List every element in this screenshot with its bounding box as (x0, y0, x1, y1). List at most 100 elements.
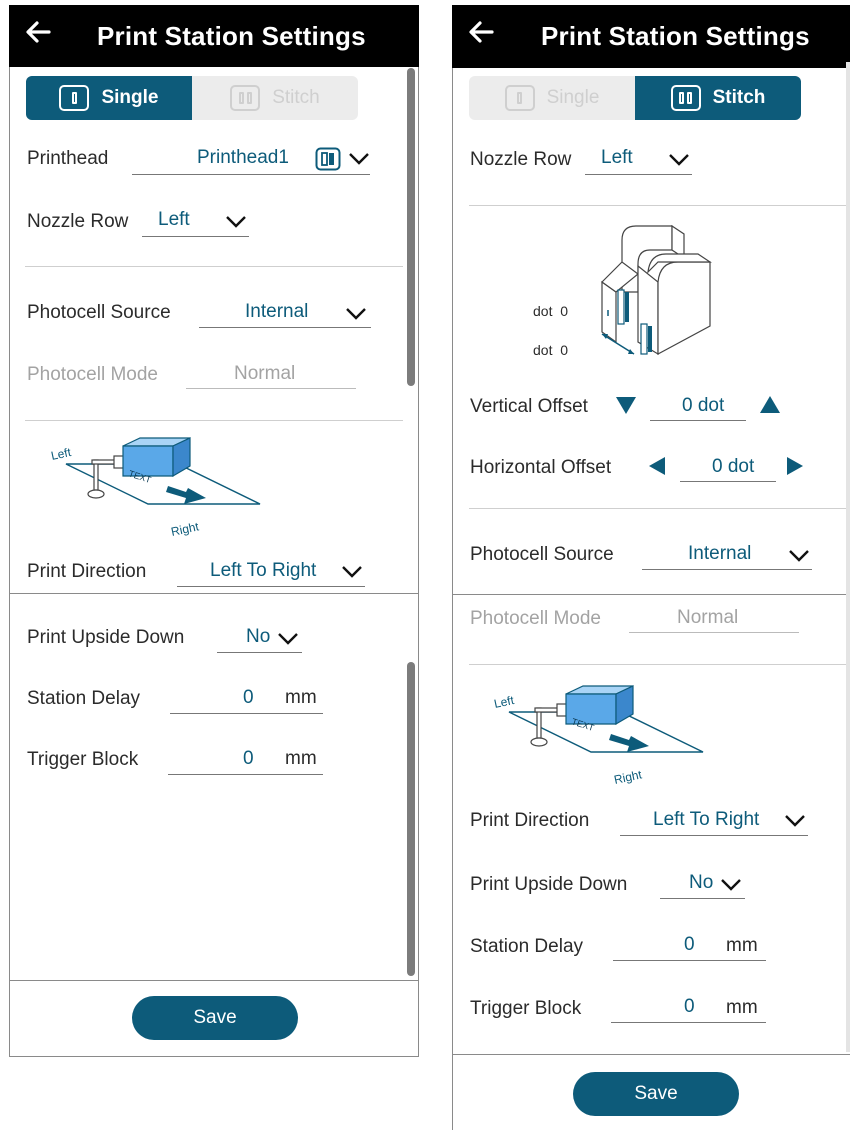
print-upside-down-label: Print Upside Down (470, 874, 628, 895)
section-divider (25, 266, 403, 267)
dot-label-bottom: dot 0 (533, 342, 569, 358)
lower-section-border (9, 593, 419, 594)
decrease-vertical-offset-icon[interactable] (614, 394, 638, 416)
back-arrow-icon[interactable] (23, 17, 53, 47)
photocell-source-select[interactable]: Internal (199, 298, 371, 328)
chevron-down-icon[interactable] (277, 632, 299, 646)
chevron-down-icon[interactable] (668, 153, 690, 167)
scrollbar-thumb[interactable] (407, 662, 415, 976)
station-delay-unit: mm (726, 935, 758, 956)
nozzle-row-value: Left (158, 209, 190, 230)
trigger-block-label: Trigger Block (470, 998, 582, 1019)
photocell-source-label: Photocell Source (470, 544, 614, 565)
diagram-left-label: Left (50, 445, 73, 463)
photocell-mode-field: Normal (186, 361, 356, 389)
stitch-head-icon (230, 85, 261, 111)
section-divider (469, 664, 847, 665)
trigger-block-input[interactable]: 0 mm (611, 994, 766, 1023)
vertical-offset-input[interactable]: 0 dot (650, 393, 746, 421)
station-delay-input[interactable]: 0 mm (613, 932, 766, 961)
single-mode-button[interactable]: Single (469, 76, 635, 120)
trigger-block-value: 0 (684, 996, 695, 1017)
print-direction-diagram: Left Right TEXT (493, 685, 704, 787)
footer-divider (452, 1054, 850, 1055)
printhead-label: Printhead (27, 148, 109, 169)
diagram-left-label: Left (493, 693, 516, 711)
photocell-source-select[interactable]: Internal (642, 540, 812, 570)
station-delay-input[interactable]: 0 mm (170, 685, 323, 714)
single-mode-button[interactable]: Single (26, 76, 192, 120)
save-button[interactable]: Save (573, 1072, 739, 1116)
printhead-value: Printhead1 (197, 147, 289, 168)
nozzle-row-label: Nozzle Row (27, 211, 129, 232)
chevron-down-icon[interactable] (341, 565, 363, 579)
photocell-source-value: Internal (245, 301, 309, 322)
print-upside-down-value: No (689, 872, 714, 893)
vertical-offset-value: 0 dot (682, 395, 725, 416)
chevron-down-icon[interactable] (345, 307, 367, 321)
nozzle-row-select[interactable]: Left (585, 145, 692, 175)
print-direction-diagram: Left Right TEXT (50, 437, 261, 539)
stitch-mode-button[interactable]: Stitch (635, 76, 801, 120)
chevron-down-icon[interactable] (720, 878, 742, 892)
horizontal-offset-value: 0 dot (712, 456, 755, 477)
scrollbar-track (846, 62, 850, 1052)
print-upside-down-value: No (246, 626, 271, 647)
increase-vertical-offset-icon[interactable] (758, 394, 782, 416)
photocell-mode-field: Normal (629, 605, 799, 633)
right-header: Print Station Settings (452, 5, 850, 68)
mode-toggle: Single Stitch (26, 76, 358, 120)
photocell-mode-value: Normal (677, 607, 739, 628)
trigger-block-input[interactable]: 0 mm (168, 746, 323, 775)
print-direction-select[interactable]: Left To Right (620, 806, 808, 836)
single-head-icon (504, 85, 535, 111)
vertical-offset-label: Vertical Offset (470, 396, 588, 417)
single-mode-label: Single (546, 87, 600, 108)
print-direction-label: Print Direction (27, 561, 147, 582)
photocell-mode-value: Normal (234, 363, 296, 384)
page-title: Print Station Settings (541, 21, 810, 51)
dot-label-top: dot 0 (533, 303, 569, 319)
chevron-down-icon[interactable] (788, 549, 810, 563)
single-head-icon (59, 85, 90, 111)
station-delay-label: Station Delay (27, 688, 141, 709)
nozzle-row-label: Nozzle Row (470, 149, 572, 170)
print-upside-down-select[interactable]: No (217, 624, 302, 653)
section-divider (25, 420, 403, 421)
increase-horizontal-offset-icon[interactable] (783, 455, 807, 477)
stitch-printhead-diagram (601, 224, 712, 356)
station-delay-label: Station Delay (470, 936, 584, 957)
horizontal-offset-label: Horizontal Offset (470, 457, 612, 478)
trigger-block-unit: mm (726, 997, 758, 1018)
photocell-mode-label: Photocell Mode (27, 364, 158, 385)
chevron-down-icon[interactable] (225, 215, 247, 229)
diagram-right-label: Right (170, 519, 201, 539)
print-direction-label: Print Direction (470, 810, 590, 831)
print-upside-down-select[interactable]: No (660, 870, 745, 899)
diagram-right-label: Right (613, 767, 644, 787)
horizontal-offset-input[interactable]: 0 dot (680, 454, 776, 482)
section-divider (469, 205, 847, 206)
scrollbar-thumb[interactable] (407, 68, 415, 386)
section-border (452, 594, 850, 595)
trigger-block-unit: mm (285, 748, 317, 769)
section-divider (469, 508, 847, 509)
stitch-head-icon (670, 85, 701, 111)
footer-divider (9, 980, 419, 981)
back-arrow-icon[interactable] (466, 17, 496, 47)
chevron-down-icon[interactable] (348, 152, 370, 166)
save-button[interactable]: Save (132, 996, 298, 1040)
chevron-down-icon[interactable] (784, 814, 806, 828)
trigger-block-value: 0 (243, 748, 254, 769)
page-title: Print Station Settings (97, 21, 366, 51)
printhead-select[interactable]: Printhead1 (132, 145, 370, 175)
decrease-horizontal-offset-icon[interactable] (645, 455, 669, 477)
nozzle-row-select[interactable]: Left (142, 207, 249, 237)
stitch-mode-button[interactable]: Stitch (192, 76, 358, 120)
photocell-source-value: Internal (688, 543, 752, 564)
print-direction-value: Left To Right (210, 560, 317, 581)
print-upside-down-label: Print Upside Down (27, 627, 185, 648)
stitch-mode-label: Stitch (272, 87, 320, 108)
print-direction-select[interactable]: Left To Right (177, 557, 365, 587)
photocell-mode-label: Photocell Mode (470, 608, 601, 629)
